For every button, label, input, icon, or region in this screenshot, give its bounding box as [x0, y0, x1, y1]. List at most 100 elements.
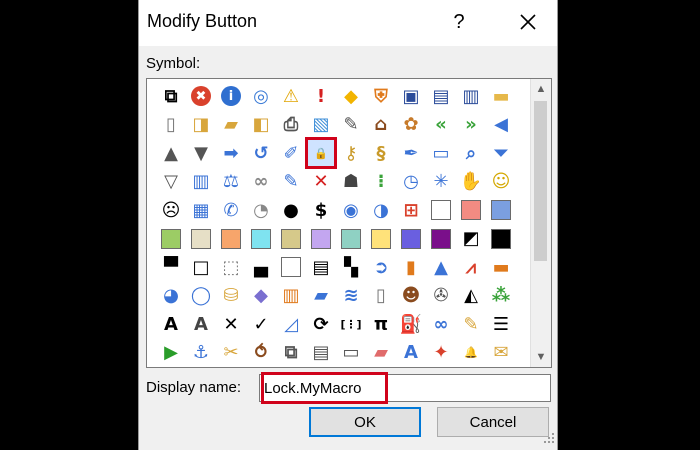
letter-a-icon[interactable]: A: [397, 339, 425, 367]
arrows-right-icon[interactable]: »: [457, 111, 485, 139]
filter-icon[interactable]: ⏷: [487, 139, 515, 167]
edit-document-icon[interactable]: ✎: [337, 111, 365, 139]
funnel-icon[interactable]: ▽: [157, 168, 185, 196]
magnifier-icon[interactable]: ⌕: [457, 139, 485, 167]
portrait-icon[interactable]: ☻: [397, 282, 425, 310]
help-button[interactable]: ?: [447, 8, 471, 36]
ok-button[interactable]: OK: [309, 407, 421, 437]
bar-chart-icon[interactable]: ▮: [397, 253, 425, 281]
save-icon[interactable]: ▣: [397, 82, 425, 110]
anchor-icon[interactable]: ⚓: [187, 339, 215, 367]
info-icon[interactable]: i: [217, 82, 245, 110]
pi-icon[interactable]: π: [367, 310, 395, 338]
brush-icon[interactable]: ✎: [457, 310, 485, 338]
open-book-icon[interactable]: ▥: [187, 168, 215, 196]
paste-icon[interactable]: ▤: [307, 339, 335, 367]
black-square-icon[interactable]: [487, 225, 515, 253]
layers-icon[interactable]: ◆: [247, 282, 275, 310]
cyan-square-icon[interactable]: [247, 225, 275, 253]
target-icon[interactable]: ◎: [247, 82, 275, 110]
phone-icon[interactable]: ✆: [217, 196, 245, 224]
new-document-icon[interactable]: ▯: [157, 111, 185, 139]
purple-square-icon[interactable]: [427, 225, 455, 253]
dollar-icon[interactable]: $: [307, 196, 335, 224]
folders-icon[interactable]: ▰: [217, 111, 245, 139]
clock-icon[interactable]: ◷: [397, 168, 425, 196]
salmon-square-icon[interactable]: [457, 196, 485, 224]
save-as-icon[interactable]: ▥: [457, 82, 485, 110]
khaki-square-icon[interactable]: [277, 225, 305, 253]
beige-square-icon[interactable]: [187, 225, 215, 253]
snowflake-icon[interactable]: ✳: [427, 168, 455, 196]
hand-icon[interactable]: ✋: [457, 168, 485, 196]
green-square-icon[interactable]: [157, 225, 185, 253]
windows-logo-icon[interactable]: ⊞: [397, 196, 425, 224]
no-phone-icon[interactable]: ✕: [307, 168, 335, 196]
blue-square-icon[interactable]: [487, 196, 515, 224]
blank-page-icon[interactable]: ▯: [367, 282, 395, 310]
cross-icon[interactable]: ✕: [217, 310, 245, 338]
loop-icon[interactable]: ⥀: [247, 339, 275, 367]
tools-icon[interactable]: ✂: [217, 339, 245, 367]
cancel-button[interactable]: Cancel: [437, 407, 549, 437]
microphone-icon[interactable]: ✎: [277, 168, 305, 196]
cone-icon[interactable]: ▲: [427, 253, 455, 281]
logo-icon[interactable]: ✦: [427, 339, 455, 367]
film-reel-icon[interactable]: ✇: [427, 282, 455, 310]
folder-icon[interactable]: ▬: [487, 82, 515, 110]
smiley-icon[interactable]: ☺: [487, 168, 515, 196]
resize-grip-icon[interactable]: [543, 432, 555, 444]
paint-bucket-icon[interactable]: ⛽: [397, 310, 425, 338]
vertical-scrollbar[interactable]: ▲ ▼: [530, 79, 551, 367]
donut-chart-icon[interactable]: ◯: [187, 282, 215, 310]
arrows-left-icon[interactable]: «: [427, 111, 455, 139]
bracket-icon[interactable]: [⋮]: [337, 310, 365, 338]
open-file-icon[interactable]: ◧: [247, 111, 275, 139]
check-icon[interactable]: ✓: [247, 310, 275, 338]
text-box-icon[interactable]: A: [157, 310, 185, 338]
circle-arrow-icon[interactable]: ➲: [367, 253, 395, 281]
mountain-chart-icon[interactable]: ◭: [457, 282, 485, 310]
sad-face-icon[interactable]: ☹: [157, 196, 185, 224]
eraser-icon[interactable]: ▰: [367, 339, 395, 367]
key-icon[interactable]: ⚷: [337, 139, 365, 167]
stripe-square-icon[interactable]: ▤: [307, 253, 335, 281]
open-folder-icon[interactable]: ◨: [187, 111, 215, 139]
scales-icon[interactable]: ⚖: [217, 168, 245, 196]
calculator-icon[interactable]: ▦: [187, 196, 215, 224]
print-icon[interactable]: ⎙: [277, 111, 305, 139]
triangle-down-icon[interactable]: ▼: [187, 139, 215, 167]
close-button[interactable]: [513, 6, 543, 38]
binoculars-icon[interactable]: ∞: [427, 310, 455, 338]
outline-square-icon[interactable]: □: [187, 253, 215, 281]
arrow-right-icon[interactable]: ➡: [217, 139, 245, 167]
play-icon[interactable]: ▶: [157, 339, 185, 367]
stack-chart-icon[interactable]: ▰: [307, 282, 335, 310]
display-name-input[interactable]: [259, 374, 551, 402]
warning-diamond-icon[interactable]: ◆: [337, 82, 365, 110]
bullet-list-icon[interactable]: ☰: [487, 310, 515, 338]
shield-icon[interactable]: ⛨: [367, 82, 395, 110]
checker-square-icon[interactable]: ▚: [337, 253, 365, 281]
books-icon[interactable]: ▥: [277, 282, 305, 310]
lock-icon[interactable]: 🔒: [305, 137, 337, 169]
cylinder-chart-icon[interactable]: ⛁: [217, 282, 245, 310]
stop-icon[interactable]: ✖: [187, 82, 215, 110]
envelope-folder-icon[interactable]: ▭: [337, 339, 365, 367]
teal-square-icon[interactable]: [337, 225, 365, 253]
open-envelope-icon[interactable]: ✉: [487, 339, 515, 367]
save-all-icon[interactable]: ▤: [427, 82, 455, 110]
white-square-icon[interactable]: [427, 196, 455, 224]
dotted-square-icon[interactable]: ⬚: [217, 253, 245, 281]
lavender-square-icon[interactable]: [307, 225, 335, 253]
scroll-down-icon[interactable]: ▼: [531, 347, 551, 367]
piggy-bank-icon[interactable]: ◔: [247, 196, 275, 224]
orange-square-icon[interactable]: [217, 225, 245, 253]
refresh-icon[interactable]: ⟳: [307, 310, 335, 338]
window-icon[interactable]: ▭: [427, 139, 455, 167]
scroll-up-icon[interactable]: ▲: [531, 79, 551, 99]
traffic-light-icon[interactable]: ⁝: [367, 168, 395, 196]
top-bar-square-icon[interactable]: ▀: [157, 253, 185, 281]
rings-icon[interactable]: ∞: [247, 168, 275, 196]
stacked-bars-icon[interactable]: ▬: [487, 253, 515, 281]
